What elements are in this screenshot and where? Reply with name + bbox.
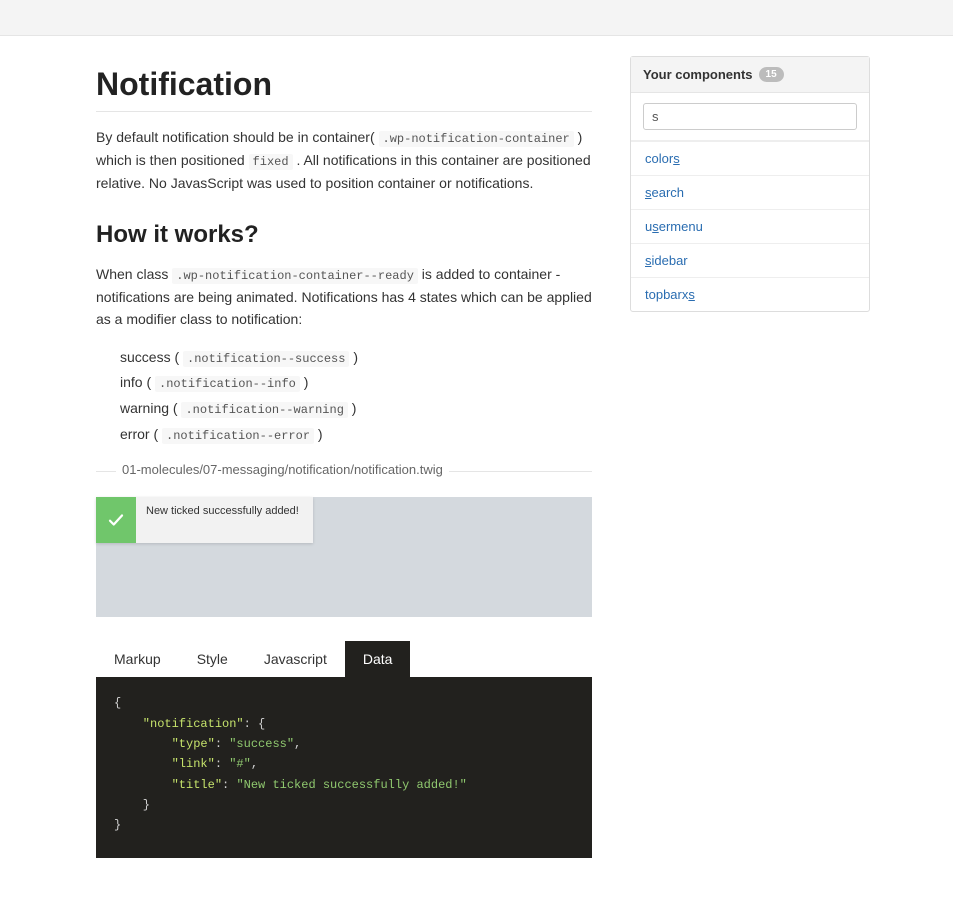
list-item: usermenu <box>631 209 869 243</box>
list-item: topbarxs <box>631 277 869 311</box>
intro-paragraph: By default notification should be in con… <box>96 126 592 195</box>
file-path-divider: 01-molecules/07-messaging/notification/n… <box>96 471 592 487</box>
page-container: Notification By default notification sho… <box>0 36 953 914</box>
state-code: .notification--error <box>162 428 314 444</box>
states-list: success ( .notification--success ) info … <box>120 345 592 447</box>
components-search-input[interactable] <box>643 103 857 130</box>
components-count-badge: 15 <box>759 67 784 82</box>
preview-area: New ticked successfully added! <box>96 497 592 617</box>
tab-markup[interactable]: Markup <box>96 641 179 677</box>
components-panel: Your components 15 colors search usermen… <box>630 56 870 312</box>
how-it-works-title: How it works? <box>96 221 592 249</box>
page-title: Notification <box>96 66 592 112</box>
component-link-colors[interactable]: colors <box>631 142 869 175</box>
sidebar: Your components 15 colors search usermen… <box>630 56 870 858</box>
tab-javascript[interactable]: Javascript <box>246 641 345 677</box>
list-item: search <box>631 175 869 209</box>
component-link-sidebar[interactable]: sidebar <box>631 244 869 277</box>
code-ready-class: .wp-notification-container--ready <box>172 268 418 284</box>
how-text: When class <box>96 266 172 282</box>
code-block: { "notification": { "type": "success", "… <box>96 677 592 858</box>
tab-style[interactable]: Style <box>179 641 246 677</box>
notification-toast: New ticked successfully added! <box>96 497 313 543</box>
code-container-class: .wp-notification-container <box>379 131 574 147</box>
state-code: .notification--info <box>155 376 300 392</box>
top-bar <box>0 0 953 36</box>
how-paragraph: When class .wp-notification-container--r… <box>96 263 592 331</box>
state-warning: warning ( .notification--warning ) <box>120 396 592 422</box>
state-code: .notification--warning <box>181 402 347 418</box>
list-item: colors <box>631 141 869 175</box>
components-header: Your components 15 <box>631 57 869 93</box>
file-path-label: 01-molecules/07-messaging/notification/n… <box>116 462 449 477</box>
code-fixed: fixed <box>249 154 293 170</box>
state-code: .notification--success <box>183 351 349 367</box>
components-search-wrap <box>631 93 869 141</box>
component-link-search[interactable]: search <box>631 176 869 209</box>
components-list: colors search usermenu sidebar topbarxs <box>631 141 869 311</box>
code-tabs: Markup Style Javascript Data <box>96 641 592 677</box>
check-icon <box>96 497 136 543</box>
main-content: Notification By default notification sho… <box>0 56 620 858</box>
component-link-topbarxs[interactable]: topbarxs <box>631 278 869 311</box>
notification-message: New ticked successfully added! <box>136 497 313 543</box>
state-info: info ( .notification--info ) <box>120 370 592 396</box>
state-success: success ( .notification--success ) <box>120 345 592 371</box>
tab-data[interactable]: Data <box>345 641 411 677</box>
component-link-usermenu[interactable]: usermenu <box>631 210 869 243</box>
list-item: sidebar <box>631 243 869 277</box>
intro-text: By default notification should be in con… <box>96 129 379 145</box>
components-title: Your components <box>643 67 753 82</box>
state-error: error ( .notification--error ) <box>120 422 592 448</box>
